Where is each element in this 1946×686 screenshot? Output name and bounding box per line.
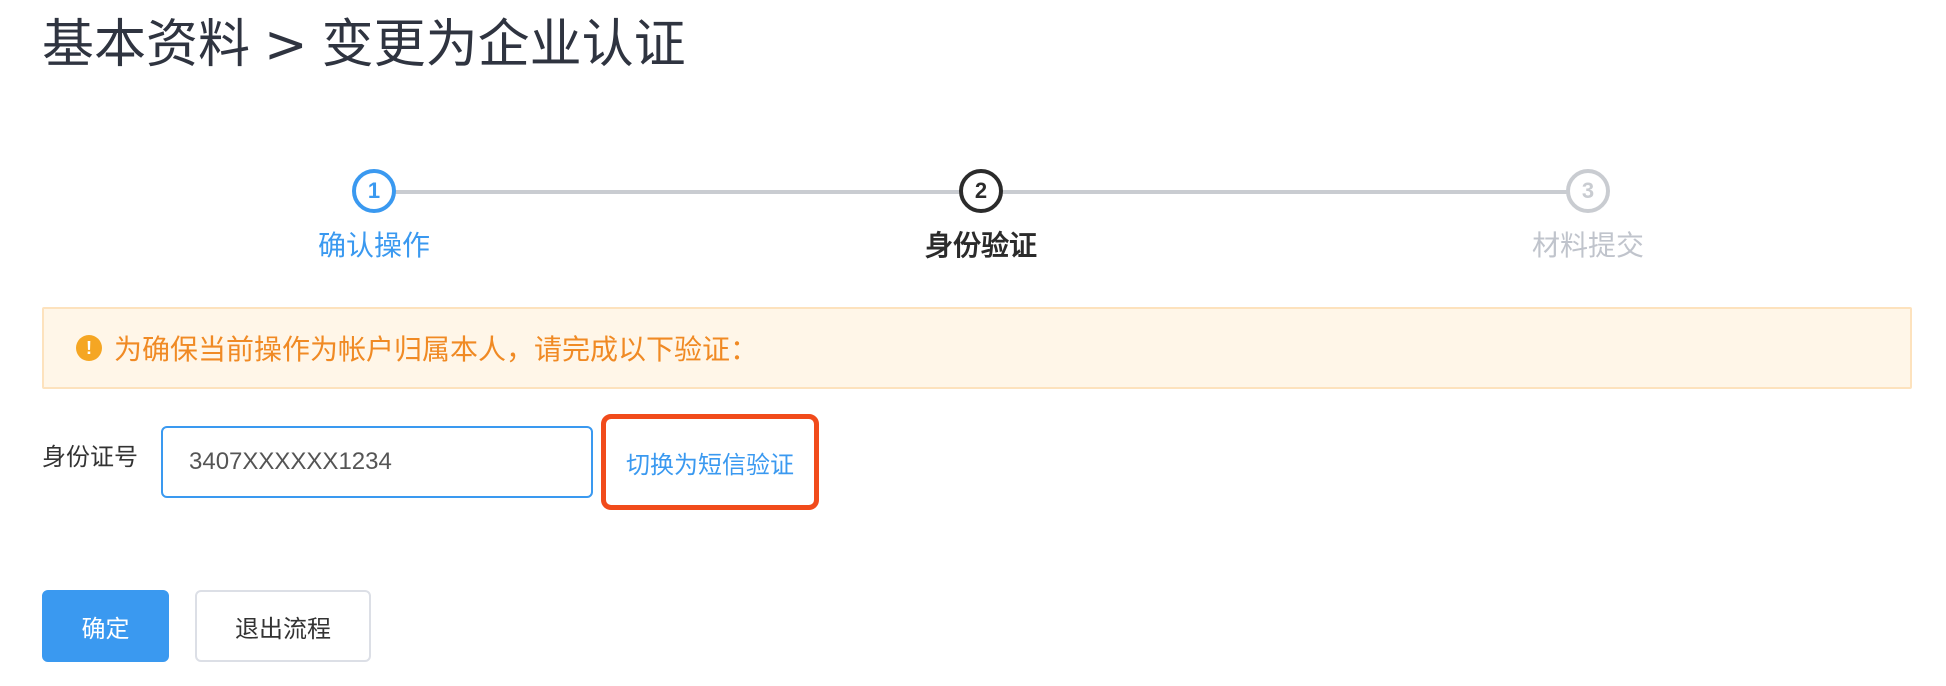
switch-to-sms-link[interactable]: 切换为短信验证 [626,445,794,480]
step-2-label: 身份验证 [924,229,1037,262]
step-1-label: 确认操作 [317,229,430,262]
switch-sms-highlight: 切换为短信验证 [601,414,819,510]
step-1-number: 1 [352,169,396,213]
step-connector-2 [1001,190,1580,194]
step-connector-1 [394,190,973,194]
steps: 1 确认操作 2 身份验证 3 材料提交 [0,0,1946,280]
id-number-input[interactable] [161,426,593,498]
alert-text: 为确保当前操作为帐户归属本人，请完成以下验证： [114,333,759,366]
verification-alert: ! 为确保当前操作为帐户归属本人，请完成以下验证： [42,307,1912,389]
step-3-label: 材料提交 [1531,229,1644,262]
step-3-number: 3 [1566,169,1610,213]
confirm-button[interactable]: 确定 [42,590,169,662]
step-2-number: 2 [959,169,1003,213]
exit-flow-button[interactable]: 退出流程 [195,590,371,662]
page: 基本资料 > 变更为企业认证 1 确认操作 2 身份验证 3 材料提交 ! 为确保当… [0,0,1946,686]
id-number-label: 身份证号 [42,443,138,471]
exclamation-circle-icon: ! [76,335,102,361]
